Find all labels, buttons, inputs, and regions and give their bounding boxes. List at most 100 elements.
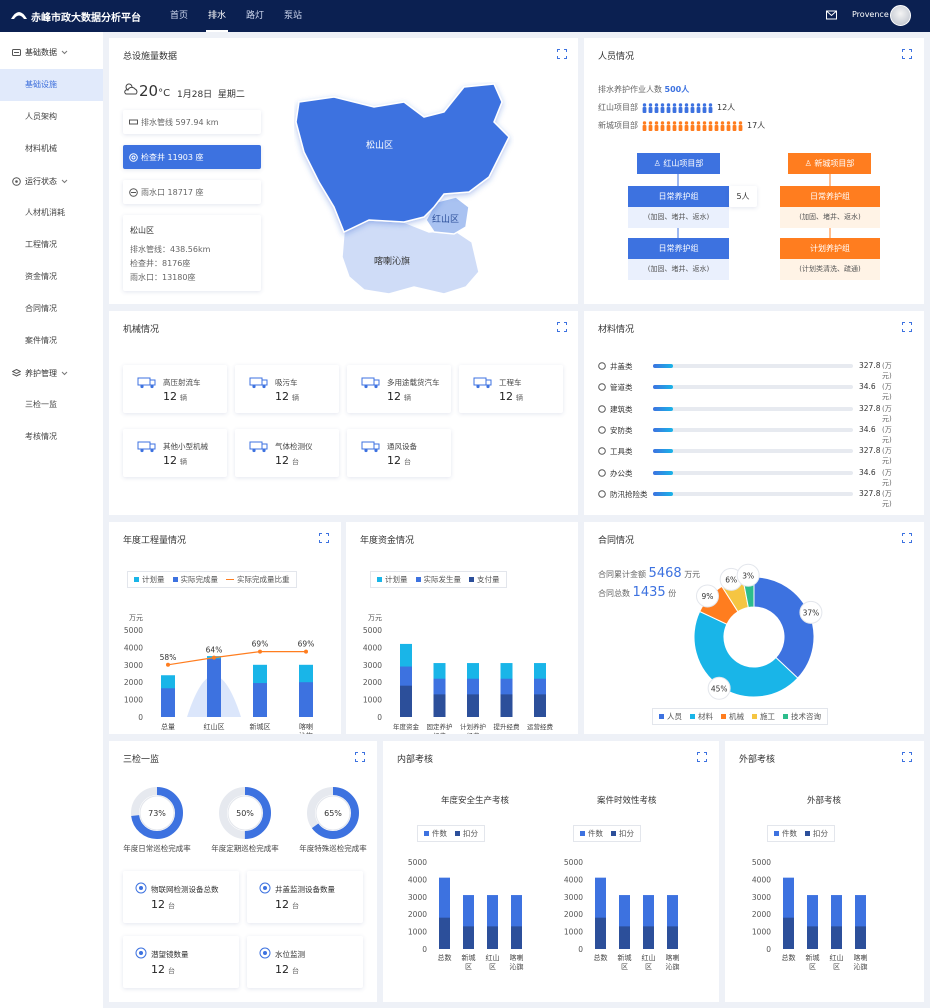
bar[interactable] bbox=[595, 917, 606, 949]
org-group-left-2[interactable]: 日常养护组 (加固、堵井、返水) bbox=[628, 238, 729, 280]
nav-home[interactable]: 首页 bbox=[160, 0, 198, 32]
org-group-right-2[interactable]: 计划养护组 (计划类清洗、疏通) bbox=[780, 238, 880, 280]
facility-pipeline-card[interactable]: 排水管线 597.94 km bbox=[123, 110, 261, 134]
legend-item[interactable]: 人员 bbox=[659, 711, 682, 722]
legend-item[interactable]: 材料 bbox=[690, 711, 713, 722]
fullscreen-icon[interactable] bbox=[902, 322, 912, 332]
sidebar-group-status[interactable]: 运行状态 bbox=[12, 176, 68, 187]
org-group-right-1[interactable]: 日常养护组 (加固、堵井、返水) bbox=[780, 186, 880, 228]
bar[interactable] bbox=[400, 685, 412, 717]
machine-count: 12 台 bbox=[387, 454, 411, 467]
chart-title: 年度安全生产考核 bbox=[441, 796, 510, 806]
fullscreen-icon[interactable] bbox=[697, 752, 707, 762]
machine-card[interactable]: 通风设备 12 台 bbox=[347, 429, 451, 477]
legend-item[interactable]: 支付量 bbox=[469, 574, 500, 585]
ratio-point[interactable] bbox=[258, 649, 262, 654]
facility-well-card[interactable]: 检查井 11903 座 bbox=[123, 145, 261, 169]
machine-card[interactable]: 高压射流车 12 辆 bbox=[123, 365, 227, 413]
avatar[interactable] bbox=[890, 5, 911, 26]
legend-item[interactable]: 扣分 bbox=[805, 828, 828, 839]
legend-item[interactable]: 实际完成量比重 bbox=[226, 574, 290, 585]
bar-actual[interactable] bbox=[299, 682, 313, 717]
fullscreen-icon[interactable] bbox=[319, 533, 329, 543]
material-row: 管道类 34.6 (万元) bbox=[598, 381, 898, 401]
ratio-point[interactable] bbox=[304, 649, 308, 654]
bar[interactable] bbox=[500, 694, 513, 717]
mail-icon[interactable] bbox=[826, 10, 837, 20]
legend-item[interactable]: 件数 bbox=[580, 828, 603, 839]
bar[interactable] bbox=[534, 694, 546, 717]
org-head-xincheng[interactable]: ♙ 新城项目部 bbox=[788, 153, 871, 174]
machine-card[interactable]: 其他小型机械 12 辆 bbox=[123, 429, 227, 477]
device-card[interactable]: 井盖监测设备数量 12 台 bbox=[247, 871, 363, 923]
weather-cloud-icon bbox=[124, 83, 138, 95]
legend-item[interactable]: 扣分 bbox=[611, 828, 634, 839]
sidebar-item-assessment[interactable]: 考核情况 bbox=[0, 421, 103, 453]
bar[interactable] bbox=[783, 917, 794, 949]
legend-item[interactable]: 件数 bbox=[774, 828, 797, 839]
nav-drainage[interactable]: 排水 bbox=[198, 0, 236, 32]
nav-pumpstation[interactable]: 泵站 bbox=[274, 0, 312, 32]
fullscreen-icon[interactable] bbox=[557, 322, 567, 332]
org-group-left-1[interactable]: 日常养护组 (加固、堵井、返水) bbox=[628, 186, 729, 228]
sidebar-item-cases[interactable]: 案件情况 bbox=[0, 325, 103, 357]
sidebar-item-org[interactable]: 人员架构 bbox=[0, 101, 103, 133]
org-head-hongshan[interactable]: ♙ 红山项目部 bbox=[637, 153, 720, 174]
user-name[interactable]: Provence bbox=[852, 10, 889, 19]
bar[interactable] bbox=[511, 926, 522, 949]
bar[interactable] bbox=[831, 926, 842, 949]
sidebar-item-materials[interactable]: 材料机械 bbox=[0, 133, 103, 165]
bar[interactable] bbox=[619, 926, 630, 949]
fullscreen-icon[interactable] bbox=[902, 752, 912, 762]
bar-actual[interactable] bbox=[161, 688, 175, 717]
machine-card[interactable]: 吸污车 12 辆 bbox=[235, 365, 339, 413]
bar[interactable] bbox=[467, 694, 479, 717]
legend-item[interactable]: 实际完成量 bbox=[172, 574, 218, 585]
facility-inlet-card[interactable]: 雨水口 18717 座 bbox=[123, 180, 261, 204]
nav-streetlight[interactable]: 路灯 bbox=[236, 0, 274, 32]
map-region-songshan[interactable] bbox=[295, 83, 510, 234]
fullscreen-icon[interactable] bbox=[902, 533, 912, 543]
machine-card[interactable]: 气体检测仪 12 台 bbox=[235, 429, 339, 477]
legend-item[interactable]: 计划量 bbox=[377, 574, 408, 585]
pie-slice[interactable] bbox=[753, 576, 815, 679]
bar-actual[interactable] bbox=[207, 658, 221, 717]
bar-actual[interactable] bbox=[253, 683, 267, 717]
legend-item[interactable]: 计划量 bbox=[134, 574, 165, 585]
bar[interactable] bbox=[433, 694, 446, 717]
legend-item[interactable]: 实际发生量 bbox=[415, 574, 461, 585]
bar[interactable] bbox=[439, 917, 450, 949]
sidebar-group-maintenance[interactable]: 养护管理 bbox=[12, 368, 68, 379]
sidebar-group-basic[interactable]: 基础数据 bbox=[12, 47, 68, 58]
y-tick-label: 4000 bbox=[408, 875, 427, 884]
fullscreen-icon[interactable] bbox=[355, 752, 365, 762]
bar[interactable] bbox=[855, 926, 866, 949]
bar[interactable] bbox=[463, 926, 474, 949]
sidebar-item-projects[interactable]: 工程情况 bbox=[0, 229, 103, 261]
device-card[interactable]: 水位监测 12 台 bbox=[247, 936, 363, 988]
material-value: 327.8 bbox=[859, 361, 881, 370]
sidebar-item-consumption[interactable]: 人材机消耗 bbox=[0, 197, 103, 229]
sidebar-item-infrastructure[interactable]: 基础设施 bbox=[0, 69, 103, 101]
bar[interactable] bbox=[807, 926, 818, 949]
legend-item[interactable]: 机械 bbox=[721, 711, 744, 722]
bar[interactable] bbox=[643, 926, 654, 949]
material-unit: (万元) bbox=[882, 404, 892, 423]
sidebar-item-funds[interactable]: 资金情况 bbox=[0, 261, 103, 293]
device-card[interactable]: 潜望镜数量 12 台 bbox=[123, 936, 239, 988]
sidebar-item-contracts[interactable]: 合同情况 bbox=[0, 293, 103, 325]
bar[interactable] bbox=[487, 926, 498, 949]
ratio-point[interactable] bbox=[212, 655, 216, 660]
legend-item[interactable]: 扣分 bbox=[455, 828, 478, 839]
bar[interactable] bbox=[667, 926, 678, 949]
fullscreen-icon[interactable] bbox=[557, 49, 567, 59]
machine-card[interactable]: 工程车 12 辆 bbox=[459, 365, 563, 413]
ratio-point[interactable] bbox=[166, 662, 170, 667]
panel-title: 内部考核 bbox=[397, 755, 434, 765]
legend-item[interactable]: 件数 bbox=[424, 828, 447, 839]
legend-item[interactable]: 技术咨询 bbox=[783, 711, 821, 722]
legend-item[interactable]: 施工 bbox=[752, 711, 775, 722]
sidebar-item-inspection[interactable]: 三检一监 bbox=[0, 389, 103, 421]
device-card[interactable]: 物联网检测设备总数 12 台 bbox=[123, 871, 239, 923]
machine-card[interactable]: 多用途载货汽车 12 辆 bbox=[347, 365, 451, 413]
